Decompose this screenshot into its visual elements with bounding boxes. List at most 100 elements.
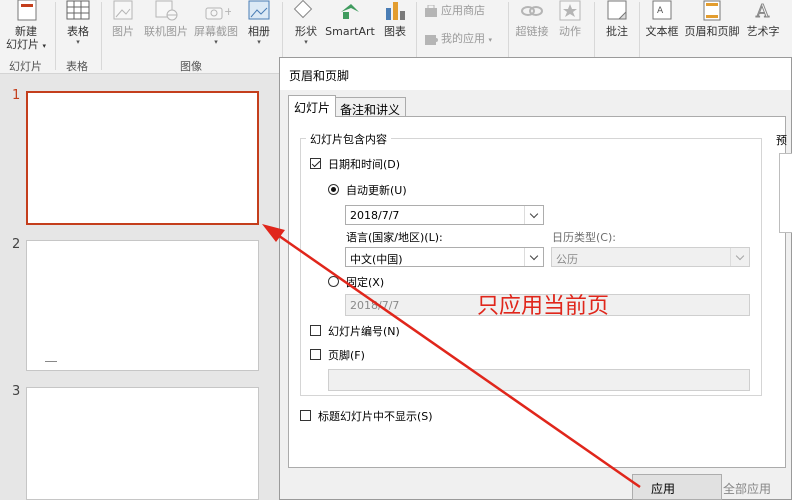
shapes-icon — [293, 0, 313, 19]
chevron-down-icon: ▾ — [257, 38, 261, 46]
photo-album-button[interactable]: 相册 ▾ — [243, 0, 275, 46]
auto-update-label: 自动更新(U) — [346, 184, 407, 197]
star-icon — [559, 0, 581, 21]
divider — [55, 2, 56, 70]
header-footer-label: 页眉和页脚 — [684, 25, 740, 38]
date-format-select[interactable]: 2018/7/7 — [345, 205, 544, 225]
slide-number: 3 — [12, 384, 21, 399]
chevron-down-icon — [730, 248, 749, 266]
group-label-images: 图像 — [180, 60, 202, 73]
puzzle-icon — [425, 34, 438, 45]
chart-button[interactable]: 图表 — [379, 0, 411, 38]
tab-slide[interactable]: 幻灯片 — [288, 95, 337, 117]
dialog-title: 页眉和页脚 — [280, 58, 791, 90]
wordart-icon: A — [755, 1, 771, 23]
chevron-down-icon: ▾ — [76, 38, 80, 46]
my-apps-label: 我的应用 — [441, 32, 485, 45]
slide-thumbnail-1[interactable] — [26, 91, 259, 225]
slide-thumbnail-2[interactable] — [26, 240, 259, 371]
chevron-down-icon: ▾ — [488, 36, 493, 44]
action-button[interactable]: 动作 — [554, 0, 586, 38]
new-slide-button[interactable]: 新建 幻灯片 ▾ — [6, 0, 46, 53]
header-footer-icon — [703, 0, 721, 21]
bar-chart-icon — [386, 2, 405, 20]
hide-on-title-label: 标题幻灯片中不显示(S) — [318, 410, 433, 423]
chart-label: 图表 — [384, 25, 406, 38]
header-footer-button[interactable]: 页眉和页脚 — [683, 0, 741, 38]
footer-text-field[interactable] — [328, 369, 750, 391]
hyperlink-button[interactable]: 超链接 — [512, 0, 552, 38]
picture-icon — [113, 0, 133, 20]
header-footer-dialog: 页眉和页脚 幻灯片 备注和讲义 幻灯片包含内容 日期和时间(D) 自动更新(U)… — [279, 57, 792, 500]
shapes-label: 形状 — [295, 25, 317, 38]
hide-on-title-checkbox[interactable] — [300, 410, 311, 421]
svg-text:A: A — [755, 1, 770, 22]
textbox-icon: A — [652, 0, 672, 20]
my-apps-button[interactable]: 我的应用 ▾ — [424, 30, 492, 46]
language-select[interactable]: 中文(中国) — [345, 247, 544, 267]
include-on-slide-group — [300, 138, 762, 396]
slide-thumbnail-pane: 1 2 3 — [0, 75, 280, 500]
date-format-value: 2018/7/7 — [350, 209, 400, 222]
wordart-button[interactable]: A 艺术字 — [743, 0, 783, 39]
auto-update-radio[interactable] — [328, 184, 339, 195]
group-label-slides: 幻灯片 — [9, 60, 42, 73]
fixed-radio[interactable] — [328, 276, 339, 287]
table-label: 表格 — [67, 25, 89, 38]
group-label: 幻灯片包含内容 — [306, 131, 391, 147]
chevron-down-icon — [524, 248, 543, 266]
textbox-button[interactable]: A 文本框 — [644, 0, 680, 38]
action-label: 动作 — [559, 25, 581, 38]
new-slide-label-2: 幻灯片 — [6, 38, 39, 51]
store-button[interactable]: 应用商店 — [424, 2, 485, 18]
camera-icon: + — [205, 5, 231, 20]
slide-number-label: 幻灯片编号(N) — [328, 325, 400, 338]
calendar-type-select[interactable]: 公历 — [551, 247, 750, 267]
link-icon — [521, 6, 543, 16]
date-time-label: 日期和时间(D) — [328, 158, 401, 171]
online-picture-label: 联机图片 — [144, 25, 188, 38]
chevron-down-icon — [524, 206, 543, 224]
picture-label: 图片 — [112, 25, 134, 38]
picture-button[interactable]: 图片 — [106, 0, 140, 38]
chevron-down-icon: ▾ — [214, 38, 218, 46]
comment-label: 批注 — [606, 25, 628, 38]
date-time-checkbox[interactable] — [310, 158, 321, 169]
tab-notes-handouts[interactable]: 备注和讲义 — [334, 97, 407, 117]
screenshot-label: 屏幕截图 — [194, 25, 238, 38]
group-label-tables: 表格 — [66, 60, 88, 73]
wordart-label: 艺术字 — [746, 25, 780, 38]
slide-number-checkbox[interactable] — [310, 325, 321, 336]
svg-text:+: + — [224, 5, 231, 18]
smartart-button[interactable]: SmartArt — [324, 0, 376, 38]
table-icon — [66, 0, 90, 20]
fixed-label: 固定(X) — [346, 276, 385, 289]
hyperlink-label: 超链接 — [515, 25, 549, 38]
store-label: 应用商店 — [441, 4, 485, 17]
footer-label: 页脚(F) — [328, 349, 365, 362]
album-label: 相册 — [248, 25, 270, 38]
screenshot-button[interactable]: + 屏幕截图 ▾ — [192, 0, 240, 46]
svg-text:A: A — [657, 6, 664, 16]
shapes-button[interactable]: 形状 ▾ — [289, 0, 323, 46]
comment-icon — [607, 0, 627, 20]
apply-all-button[interactable]: 全部应用 — [717, 476, 792, 500]
new-slide-label-1: 新建 — [15, 25, 37, 38]
annotation-text: 只应用当前页 — [477, 294, 610, 319]
smartart-label: SmartArt — [325, 25, 375, 38]
preview-box — [779, 153, 792, 233]
language-value: 中文(中国) — [350, 253, 403, 266]
store-icon — [425, 4, 437, 17]
language-label: 语言(国家/地区)(L): — [346, 231, 443, 244]
table-button[interactable]: 表格 ▾ — [60, 0, 96, 46]
comment-button[interactable]: 批注 — [600, 0, 634, 38]
apply-button[interactable]: 应用 — [632, 474, 722, 500]
calendar-type-value: 公历 — [556, 253, 578, 266]
online-picture-button[interactable]: 联机图片 — [143, 0, 189, 38]
footer-checkbox[interactable] — [310, 349, 321, 360]
calendar-type-label: 日历类型(C): — [552, 231, 616, 244]
chevron-down-icon: ▾ — [304, 38, 308, 46]
slide-thumbnail-3[interactable] — [26, 387, 259, 500]
textbox-label: 文本框 — [645, 25, 679, 38]
slide-placeholder-mark — [45, 361, 57, 362]
